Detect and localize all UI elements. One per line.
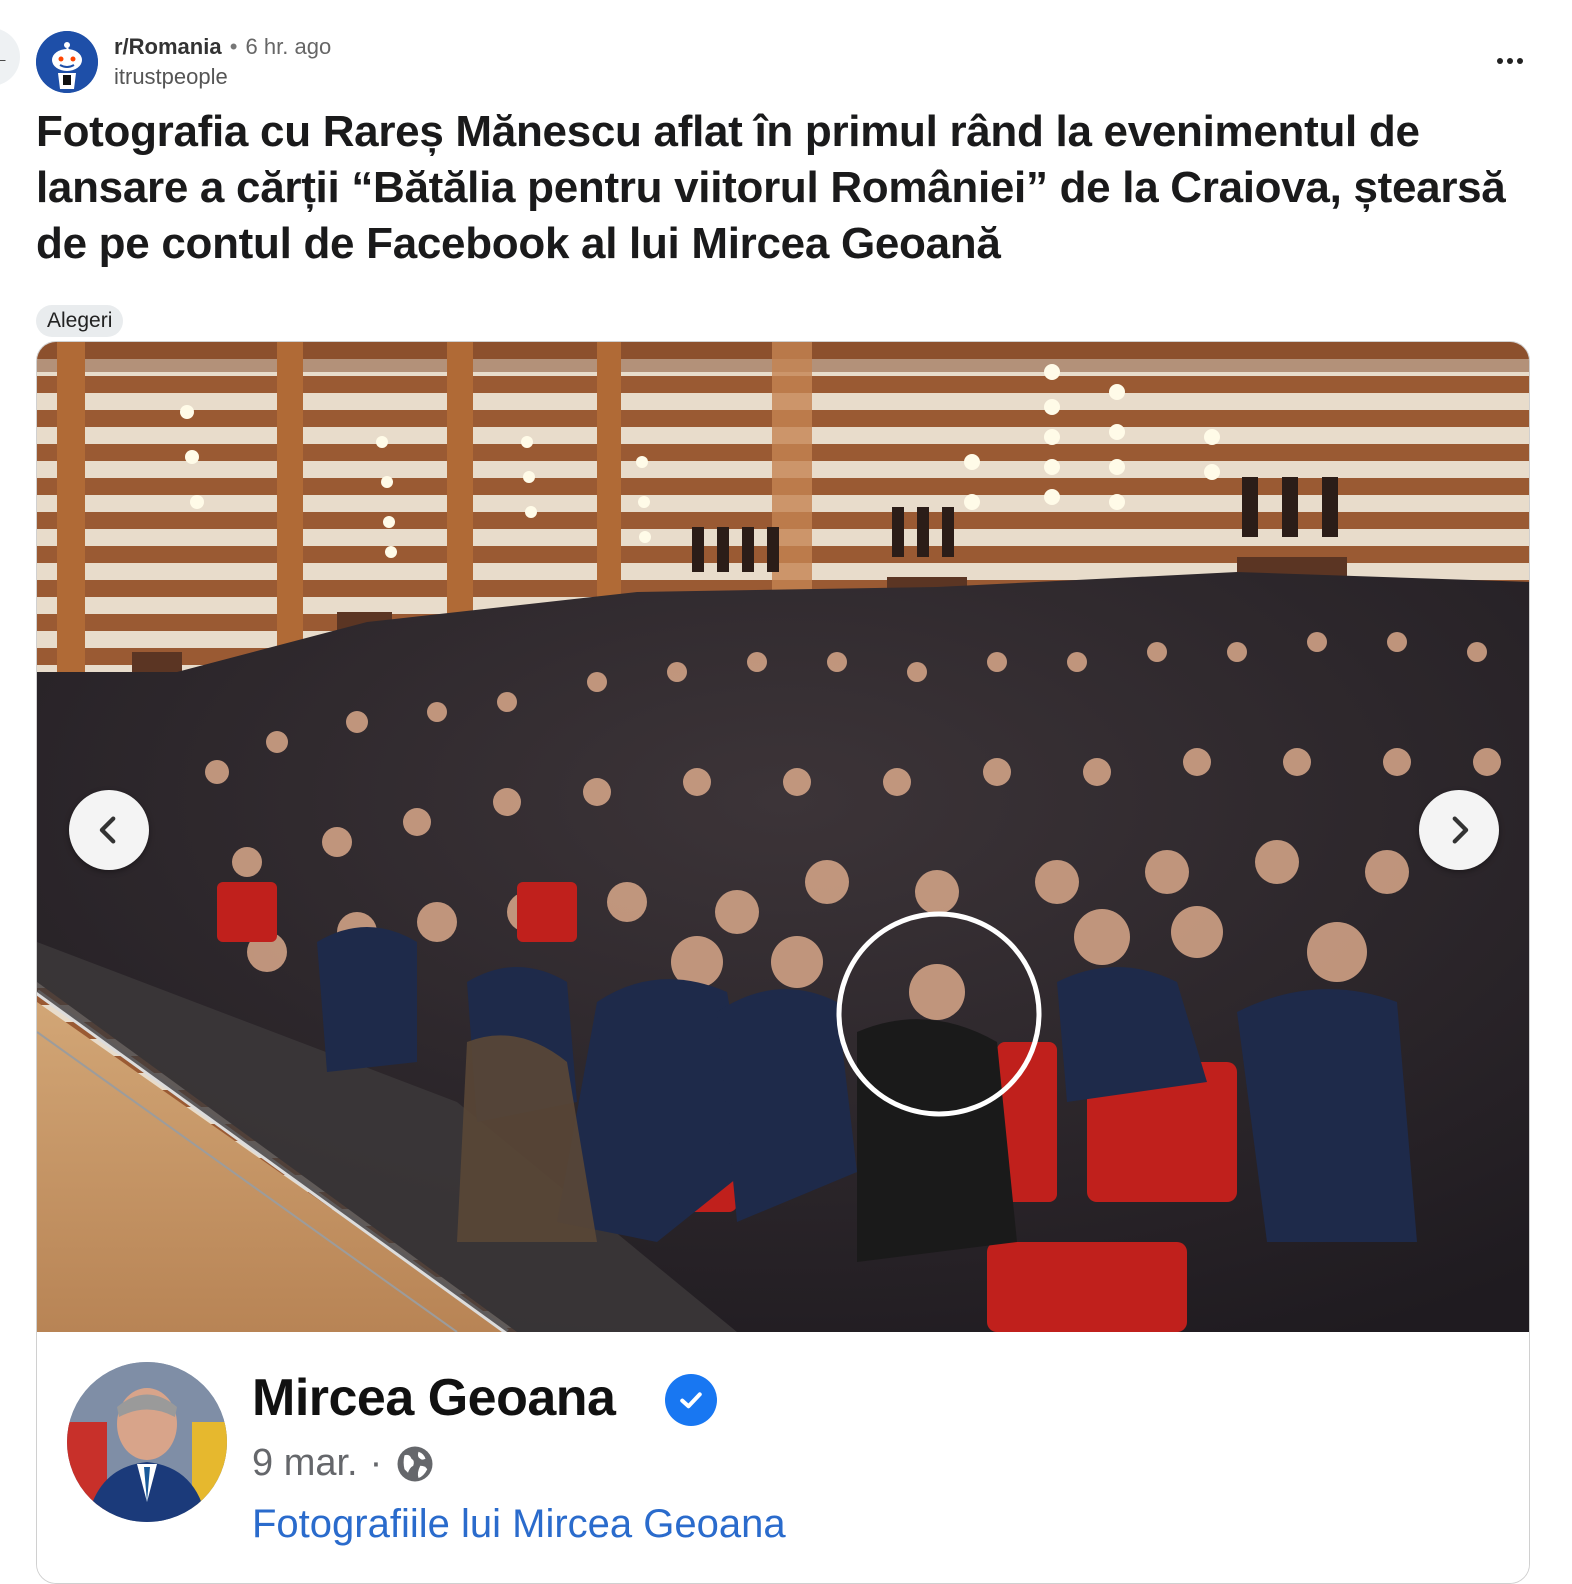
more-options-icon bbox=[1497, 58, 1503, 64]
subreddit-avatar[interactable] bbox=[36, 31, 98, 93]
globe-icon bbox=[397, 1446, 433, 1481]
facebook-post-card: Mircea Geoana 9 mar. · Fotografiile lui … bbox=[37, 1332, 1529, 1583]
verified-badge-icon bbox=[665, 1374, 717, 1426]
arrow-left-icon: ← bbox=[0, 44, 10, 70]
post-header: r/Romania • 6 hr. ago itrustpeople bbox=[36, 31, 1536, 93]
meta-separator: • bbox=[229, 34, 238, 59]
post-media[interactable]: Mircea Geoana 9 mar. · Fotografiile lui … bbox=[36, 341, 1530, 1584]
facebook-album-link[interactable]: Fotografiile lui Mircea Geoana bbox=[252, 1502, 786, 1547]
back-button[interactable]: ← bbox=[0, 28, 20, 86]
more-options-button[interactable] bbox=[1490, 49, 1530, 73]
audience-photo bbox=[37, 342, 1529, 1332]
post-author[interactable]: itrustpeople bbox=[114, 63, 331, 91]
reddit-snoo-icon bbox=[36, 31, 98, 93]
facebook-post-date[interactable]: 9 mar. bbox=[252, 1442, 358, 1485]
carousel-next-button[interactable] bbox=[1419, 790, 1499, 870]
date-separator: · bbox=[369, 1442, 383, 1484]
facebook-profile-name[interactable]: Mircea Geoana bbox=[252, 1368, 616, 1428]
chevron-right-icon bbox=[1452, 816, 1469, 844]
facebook-profile-avatar bbox=[67, 1362, 227, 1522]
post-time: 6 hr. ago bbox=[245, 34, 332, 59]
post-flair[interactable]: Alegeri bbox=[36, 305, 124, 337]
carousel-prev-button[interactable] bbox=[69, 790, 149, 870]
subreddit-name[interactable]: r/Romania bbox=[114, 34, 222, 59]
post-title[interactable]: Fotografia cu Rareș Mănescu aflat în pri… bbox=[36, 104, 1516, 272]
chevron-left-icon bbox=[99, 816, 116, 844]
